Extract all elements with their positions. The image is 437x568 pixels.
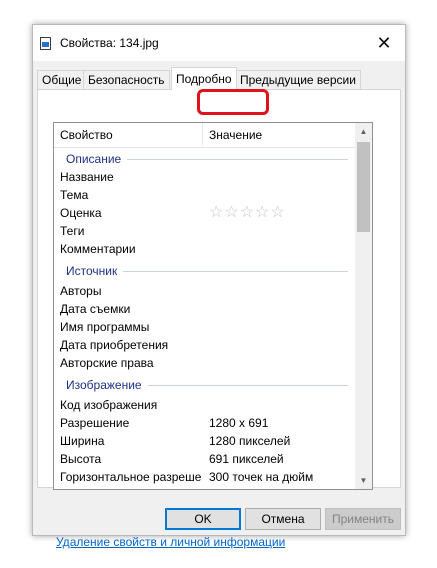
image-file-icon <box>40 37 51 50</box>
tab-details[interactable]: Подробно <box>171 67 237 90</box>
scroll-up-arrow-icon[interactable]: ▲ <box>355 123 372 140</box>
property-name: Ширина <box>60 434 105 448</box>
column-separator[interactable] <box>202 123 203 145</box>
property-name: Комментарии <box>60 242 136 256</box>
details-panel: Свойство Значение Описание Название Тема… <box>37 89 401 549</box>
apply-button[interactable]: Применить <box>325 508 401 530</box>
property-name: Оценка <box>60 206 102 220</box>
group-source: Источник <box>54 262 356 280</box>
property-name: Горизонтальное разреше <box>60 470 202 484</box>
row-copyright[interactable]: Авторские права <box>54 354 356 372</box>
property-name: Дата приобретения <box>60 338 169 352</box>
property-name: Имя программы <box>60 320 150 334</box>
group-label: Изображение <box>66 376 148 394</box>
row-subject[interactable]: Тема <box>54 186 356 204</box>
scroll-thumb[interactable] <box>357 142 370 232</box>
row-width[interactable]: Ширина 1280 пикселей <box>54 432 356 450</box>
properties-dialog: Свойства: 134.jpg ✕ Общие Безопасность П… <box>32 24 406 549</box>
property-value: 691 пикселей <box>209 452 284 466</box>
property-name: Авторы <box>60 284 102 298</box>
vertical-scrollbar[interactable]: ▲ ▼ <box>355 123 372 489</box>
row-tags[interactable]: Теги <box>54 222 356 240</box>
property-name: Код изображения <box>60 398 158 412</box>
property-name: Дата съемки <box>60 302 131 316</box>
row-rating[interactable]: Оценка ☆☆☆☆☆ <box>54 204 356 222</box>
row-date-acquired[interactable]: Дата приобретения <box>54 336 356 354</box>
row-height[interactable]: Высота 691 пикселей <box>54 450 356 468</box>
property-name: Высота <box>60 452 102 466</box>
group-description: Описание <box>54 150 356 168</box>
group-image: Изображение <box>54 376 356 394</box>
window-title: Свойства: 134.jpg <box>60 36 159 50</box>
tab-general[interactable]: Общие <box>37 70 87 90</box>
property-name: Разрешение <box>60 416 130 430</box>
property-name: Название <box>60 170 114 184</box>
tab-security[interactable]: Безопасность <box>83 70 170 90</box>
property-value: 1280 пикселей <box>209 434 291 448</box>
row-program-name[interactable]: Имя программы <box>54 318 356 336</box>
properties-list: Свойство Значение Описание Название Тема… <box>53 122 373 490</box>
group-label: Описание <box>66 150 128 168</box>
property-name: Теги <box>60 224 85 238</box>
tab-previous-versions[interactable]: Предыдущие версии <box>235 70 361 90</box>
scroll-down-arrow-icon[interactable]: ▼ <box>355 472 372 489</box>
property-name: Авторские права <box>60 356 154 370</box>
row-image-id[interactable]: Код изображения <box>54 396 356 414</box>
title-bar: Свойства: 134.jpg ✕ <box>33 25 405 61</box>
column-value[interactable]: Значение <box>209 123 262 147</box>
row-resolution[interactable]: Разрешение 1280 x 691 <box>54 414 356 432</box>
rating-stars[interactable]: ☆☆☆☆☆ <box>209 204 286 222</box>
row-authors[interactable]: Авторы <box>54 282 356 300</box>
property-name: Тема <box>60 188 89 202</box>
row-name[interactable]: Название <box>54 168 356 186</box>
row-horizontal-resolution[interactable]: Горизонтальное разреше 300 точек на дюйм <box>54 468 356 486</box>
row-comments[interactable]: Комментарии <box>54 240 356 258</box>
cancel-button[interactable]: Отмена <box>245 508 321 530</box>
list-header: Свойство Значение <box>54 123 356 148</box>
close-button[interactable]: ✕ <box>363 25 405 61</box>
property-value: 1280 x 691 <box>209 416 269 430</box>
row-date-taken[interactable]: Дата съемки <box>54 300 356 318</box>
column-property[interactable]: Свойство <box>60 123 113 147</box>
ok-button[interactable]: OK <box>165 508 241 530</box>
group-label: Источник <box>66 262 124 280</box>
property-value: 300 точек на дюйм <box>209 470 314 484</box>
remove-properties-link[interactable]: Удаление свойств и личной информации <box>56 535 285 549</box>
